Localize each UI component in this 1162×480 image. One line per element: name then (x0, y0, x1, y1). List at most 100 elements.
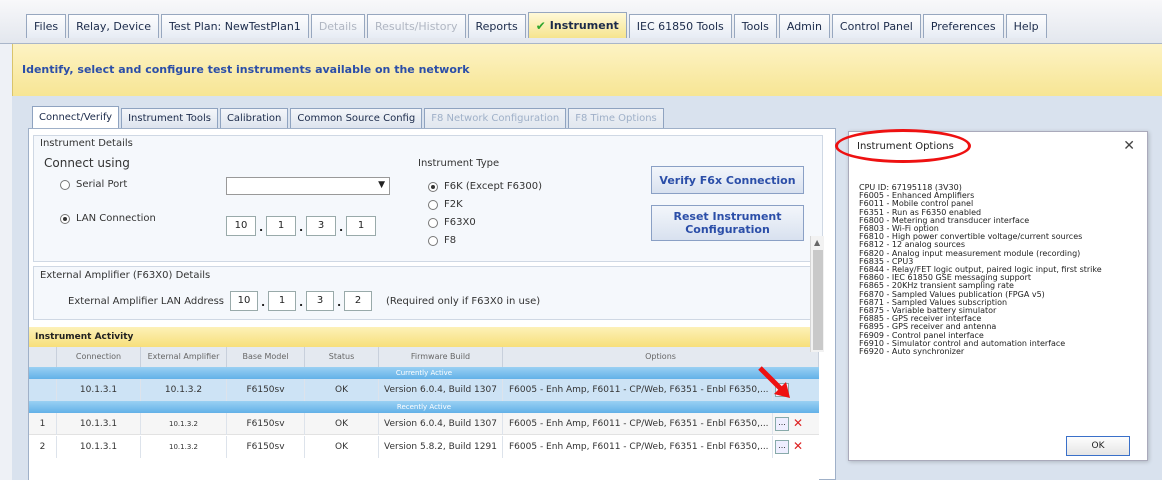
tab-label: Reports (475, 20, 518, 33)
tab-files[interactable]: Files (26, 14, 67, 38)
cell-connection: 10.1.3.1 (57, 413, 141, 435)
delete-icon[interactable]: ✕ (793, 439, 803, 453)
ip-dot: . (259, 221, 264, 234)
amp-ip-octet-3[interactable]: 3 (306, 291, 334, 311)
amp-ip-octet-4[interactable]: 2 (344, 291, 372, 311)
cell-model: F6150sv (227, 436, 305, 458)
cell-status: OK (305, 436, 379, 458)
subtab-instrument-tools[interactable]: Instrument Tools (121, 108, 218, 128)
tab-label: Test Plan: NewTestPlan1 (168, 20, 301, 33)
instrument-details-group: Instrument Details Connect using Serial … (33, 135, 823, 262)
tab-tools[interactable]: Tools (733, 14, 777, 38)
section-recently-active: Recently Active (29, 401, 819, 413)
app-window: Files Relay, Device Test Plan: NewTestPlan… (0, 0, 1162, 480)
reset-button-line-2: Configuration (685, 223, 770, 236)
cell-options: F6005 - Enh Amp, F6011 - CP/Web, F6351 -… (503, 379, 773, 401)
option-line: F6920 - Auto synchronizer (859, 347, 965, 357)
cell-index: 2 (29, 436, 57, 458)
ip-octet-2[interactable]: 1 (266, 216, 296, 236)
tab-instrument[interactable]: ✔ Instrument (527, 12, 627, 38)
tab-iec-61850-tools[interactable]: IEC 61850 Tools (628, 14, 732, 38)
type-f8-radio[interactable] (428, 236, 438, 246)
close-icon[interactable]: ✕ (1123, 138, 1135, 154)
top-tabs: Files Relay, Device Test Plan: NewTestPlan… (26, 12, 1049, 38)
cell-options: F6005 - Enh Amp, F6011 - CP/Web, F6351 -… (503, 413, 773, 435)
tab-test-plan-newtestplan1[interactable]: Test Plan: NewTestPlan1 (160, 14, 309, 38)
instrument-options-dialog: Instrument Options ✕ CPU ID: 67195118 (3… (835, 129, 1148, 461)
cell-model: F6150sv (227, 413, 305, 435)
options-ellipsis-button[interactable]: ... (775, 417, 789, 431)
serial-port-select[interactable]: ▼ (226, 177, 390, 195)
subtab-f8-network-configuration: F8 Network Configuration (424, 108, 567, 128)
cell-model: F6150sv (227, 379, 305, 401)
cell-index (29, 379, 57, 401)
tab-control-panel[interactable]: Control Panel (831, 14, 921, 38)
ip-dot: . (299, 221, 304, 234)
tab-admin[interactable]: Admin (778, 14, 830, 38)
tab-label: Details (318, 20, 357, 33)
tab-label: Control Panel (839, 20, 913, 33)
tab-details: Details (310, 14, 365, 38)
vertical-scrollbar[interactable]: ▲ (810, 236, 824, 352)
amplifier-note: (Required only if F63X0 in use) (386, 296, 541, 307)
scroll-up-icon[interactable]: ▲ (814, 238, 820, 247)
scroll-thumb[interactable] (813, 250, 823, 350)
type-f8-label: F8 (444, 235, 457, 246)
ip-dot: . (339, 221, 344, 234)
ip-octet-1[interactable]: 10 (226, 216, 256, 236)
reset-instrument-button[interactable]: Reset Instrument Configuration (651, 205, 804, 241)
type-f63x0-radio[interactable] (428, 218, 438, 228)
section-currently-active: Currently Active (29, 367, 819, 379)
tab-results-history: Results/History (366, 14, 466, 38)
subtab-common-source-config[interactable]: Common Source Config (290, 108, 423, 128)
tab-label: Preferences (930, 20, 996, 33)
subtab-connect-verify[interactable]: Connect/Verify (32, 106, 120, 128)
tab-help[interactable]: Help (1005, 14, 1047, 38)
lan-connection-radio[interactable] (60, 214, 70, 224)
table-row[interactable]: 1 10.1.3.1 10.1.3.2 F6150sv OK Version 6… (29, 413, 819, 435)
cell-status: OK (305, 413, 379, 435)
cell-amplifier: 10.1.3.2 (141, 379, 227, 401)
table-row-current[interactable]: 10.1.3.1 10.1.3.2 F6150sv OK Version 6.0… (29, 379, 819, 401)
subtab-calibration[interactable]: Calibration (219, 108, 289, 128)
amp-ip-octet-1[interactable]: 10 (230, 291, 258, 311)
type-f63x0-label: F63X0 (444, 217, 476, 228)
tab-label: IEC 61850 Tools (636, 20, 724, 33)
ip-dot: . (337, 296, 342, 309)
instrument-activity-grid: Instrument Activity Connection External … (29, 327, 819, 480)
delete-icon[interactable]: ✕ (793, 416, 803, 430)
ok-button[interactable]: OK (1066, 436, 1130, 456)
tab-reports[interactable]: Reports (467, 14, 526, 38)
ip-dot: . (299, 296, 304, 309)
type-f2k-radio[interactable] (428, 200, 438, 210)
reset-button-line-1: Reset Instrument (673, 210, 782, 223)
subtab-f8-time-options: F8 Time Options (568, 108, 664, 128)
header-status: Status (305, 347, 379, 367)
tab-relay-device[interactable]: Relay, Device (68, 14, 159, 38)
serial-port-radio[interactable] (60, 180, 70, 190)
cell-status: OK (305, 379, 379, 401)
verify-connection-button[interactable]: Verify F6x Connection (651, 166, 804, 194)
header-model: Base Model (227, 347, 305, 367)
tab-label: Files (34, 20, 59, 33)
top-tab-bar: Files Relay, Device Test Plan: NewTestPlan… (0, 0, 1162, 44)
type-f6k-radio[interactable] (428, 182, 438, 192)
ip-octet-3[interactable]: 3 (306, 216, 336, 236)
cell-options: F6005 - Enh Amp, F6011 - CP/Web, F6351 -… (503, 436, 773, 458)
cell-index: 1 (29, 413, 57, 435)
header-amplifier: External Amplifier (141, 347, 227, 367)
amplifier-group: External Amplifier (F63X0) Details Exter… (33, 266, 823, 320)
connect-using-label: Connect using (44, 156, 130, 170)
amplifier-group-title: External Amplifier (F63X0) Details (40, 270, 211, 281)
tab-label: Instrument (549, 19, 619, 32)
ip-octet-4[interactable]: 1 (346, 216, 376, 236)
tab-label: Help (1013, 20, 1039, 33)
tab-label: Admin (786, 20, 822, 33)
table-row[interactable]: 2 10.1.3.1 10.1.3.2 F6150sv OK Version 5… (29, 436, 819, 458)
type-f2k-label: F2K (444, 199, 463, 210)
amp-ip-octet-2[interactable]: 1 (268, 291, 296, 311)
header-firmware: Firmware Build (379, 347, 503, 367)
tab-preferences[interactable]: Preferences (922, 14, 1004, 38)
group-title: Instrument Details (40, 138, 133, 149)
options-ellipsis-button[interactable]: ... (775, 440, 789, 454)
